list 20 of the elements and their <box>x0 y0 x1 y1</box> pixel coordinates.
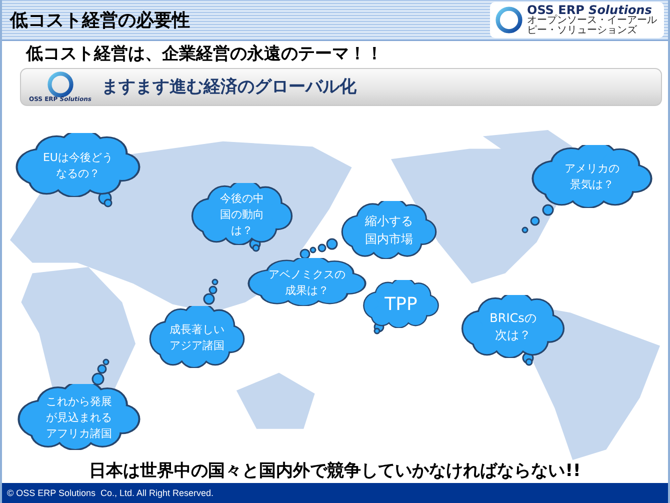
thought-bubble: 縮小する国内市場 <box>340 200 438 259</box>
logo-subtitle: オープンソース・イーアールピー・ソリューションズ <box>527 16 658 36</box>
thought-bubble: BRICsの次は？ <box>460 294 566 358</box>
logo-ring-icon <box>495 6 523 34</box>
slide-title: 低コスト経営の必要性 <box>10 8 190 32</box>
thought-bubble: アベノミクスの成果は？ <box>246 258 368 306</box>
thought-bubble: TPP <box>362 280 440 328</box>
copyright-text: © OSS ERP Solutions Co., Ltd. All Right Reserved. <box>7 488 214 498</box>
logo-ring-icon <box>46 70 74 98</box>
headline: 日本は世界中の国々と国内外で競争していかなければならない!! <box>88 460 582 482</box>
thought-bubble: EUは今後どうなるの？ <box>14 132 142 197</box>
headline: 低コスト経営は、企業経営の永遠のテーマ！！ <box>26 42 384 65</box>
thought-bubble: 成長著しいアジア諸国 <box>148 306 246 368</box>
thought-bubble: アメリカの景気は？ <box>530 144 654 208</box>
banner-title: ますます進む経済のグローバル化 <box>101 76 356 98</box>
thought-trail <box>522 204 554 233</box>
thought-bubble: これから発展が見込まれるアフリカ諸国 <box>16 384 142 450</box>
thought-bubble: 今後の中国の動向は？ <box>190 182 294 245</box>
thought-trail <box>203 278 218 304</box>
thought-trail <box>92 358 110 385</box>
